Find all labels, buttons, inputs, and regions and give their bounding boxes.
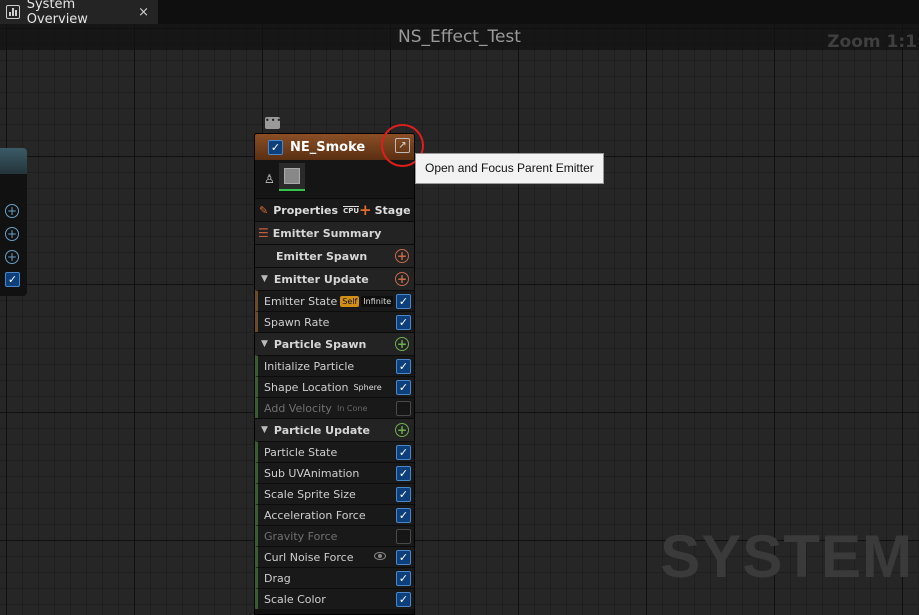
module-tag: Infinite (361, 295, 394, 307)
add-module-button[interactable]: + (5, 250, 21, 266)
module-enable-checkbox[interactable]: ✓ (396, 466, 411, 481)
module-row[interactable]: Scale Sprite Size ✓ (255, 483, 414, 504)
comment-icon[interactable]: ••• (265, 117, 281, 129)
module-row[interactable]: Add Velocity In Cone (255, 397, 414, 418)
module-enable-checkbox[interactable]: ✓ (396, 550, 411, 565)
tab-label: System Overview (26, 0, 88, 27)
module-tag: In Cone (336, 403, 368, 413)
section-label: Emitter Update (273, 272, 369, 286)
module-checkbox[interactable]: ✓ (5, 272, 21, 288)
plus-icon: + (5, 250, 19, 264)
module-row[interactable]: Drag ✓ (255, 567, 414, 588)
tab-bar: System Overview × (0, 0, 919, 27)
module-row[interactable]: Spawn Rate ✓ (255, 311, 414, 332)
add-module-icon[interactable]: + (395, 423, 409, 437)
list-icon: ☰ (258, 226, 269, 240)
node-title: NE_Smoke (290, 139, 366, 155)
module-label: Initialize Particle (264, 359, 355, 373)
section-emitter-update[interactable]: ▼ Emitter Update + (255, 267, 414, 290)
pencil-icon: ✎ (259, 203, 269, 217)
add-module-icon[interactable]: + (395, 337, 409, 351)
emitter-summary-row[interactable]: ☰ Emitter Summary (255, 221, 414, 244)
module-row[interactable]: Emitter State Self Infinite ✓ (255, 290, 414, 311)
check-icon: ✓ (5, 272, 20, 287)
module-label: Drag (264, 571, 291, 585)
module-label: Add Velocity (264, 401, 332, 415)
section-particle-update[interactable]: ▼ Particle Update + (255, 418, 414, 441)
module-row[interactable]: Curl Noise Force ✓ (255, 546, 414, 567)
module-label: Curl Noise Force (264, 550, 354, 564)
add-module-button[interactable]: + (5, 227, 21, 243)
module-enable-checkbox[interactable]: ✓ (396, 445, 411, 460)
plus-icon: + (5, 204, 19, 218)
module-label: Acceleration Force (264, 508, 366, 522)
add-module-button[interactable]: + (5, 204, 21, 220)
tooltip: Open and Focus Parent Emitter (415, 153, 604, 184)
zoom-level: Zoom 1:1 (827, 32, 917, 52)
add-module-icon[interactable]: + (395, 272, 409, 286)
section-label: Particle Update (273, 423, 370, 437)
module-tag: Self (340, 295, 360, 307)
module-row[interactable]: Initialize Particle ✓ (255, 355, 414, 376)
module-enable-checkbox[interactable] (396, 529, 411, 544)
module-row[interactable]: Particle State ✓ (255, 441, 414, 462)
add-stage-button[interactable]: + Stage (359, 201, 411, 219)
partial-node[interactable]: + + + ✓ (0, 148, 27, 296)
module-label: Particle State (264, 445, 338, 459)
module-enable-checkbox[interactable]: ✓ (396, 571, 411, 586)
sim-target-badge: CPU (343, 205, 360, 215)
collapse-triangle-icon[interactable]: ▼ (261, 425, 268, 435)
module-enable-checkbox[interactable]: ✓ (396, 592, 411, 607)
emitter-preview-row: ♙ (255, 160, 414, 198)
section-label: Emitter Spawn (276, 249, 368, 263)
eye-icon[interactable] (374, 552, 386, 560)
module-label: Scale Sprite Size (264, 487, 356, 501)
partial-node-header (0, 148, 27, 174)
module-enable-checkbox[interactable]: ✓ (396, 487, 411, 502)
properties-button[interactable]: Properties (273, 204, 338, 217)
section-label: Particle Spawn (273, 337, 367, 351)
emitter-summary-label: Emitter Summary (272, 226, 382, 240)
graph-watermark: SYSTEM (660, 523, 913, 590)
module-row[interactable]: Shape Location Sphere ✓ (255, 376, 414, 397)
plus-icon: + (5, 227, 19, 241)
close-icon[interactable]: × (138, 5, 149, 20)
module-label: Gravity Force (264, 529, 338, 543)
spawn-person-icon: ♙ (264, 172, 275, 186)
module-label: Sub UVAnimation (264, 466, 360, 480)
module-enable-checkbox[interactable] (396, 401, 411, 416)
module-enable-checkbox[interactable]: ✓ (396, 508, 411, 523)
collapse-triangle-icon[interactable]: ▼ (261, 274, 268, 284)
module-enable-checkbox[interactable]: ✓ (396, 315, 411, 330)
stage-label: Stage (374, 203, 411, 217)
chart-icon (6, 5, 20, 19)
emitter-node[interactable]: ✓ NE_Smoke ↗ ♙ ✎ Properties CPU + Stage … (254, 133, 415, 615)
plus-icon: + (359, 201, 372, 219)
enable-emitter-checkbox[interactable]: ✓ (268, 139, 283, 155)
module-tag: Sphere (353, 382, 382, 392)
module-enable-checkbox[interactable]: ✓ (396, 359, 411, 374)
module-label: Emitter State (264, 294, 338, 308)
module-row[interactable]: Gravity Force (255, 525, 414, 546)
section-emitter-spawn[interactable]: Emitter Spawn + (255, 244, 414, 267)
section-particle-spawn[interactable]: ▼ Particle Spawn + (255, 332, 414, 355)
module-label: Spawn Rate (264, 315, 330, 329)
tab-system-overview[interactable]: System Overview × (0, 0, 158, 27)
module-label: Shape Location (264, 380, 349, 394)
collapse-triangle-icon[interactable]: ▼ (261, 339, 268, 349)
node-toolbar: ✎ Properties CPU + Stage (255, 198, 414, 221)
renderer-thumbnail[interactable] (279, 163, 305, 191)
module-enable-checkbox[interactable]: ✓ (396, 294, 411, 309)
module-label: Scale Color (264, 592, 326, 606)
module-enable-checkbox[interactable]: ✓ (396, 380, 411, 395)
add-module-icon[interactable]: + (395, 249, 409, 263)
module-row[interactable]: Acceleration Force ✓ (255, 504, 414, 525)
module-row[interactable]: Sub UVAnimation ✓ (255, 462, 414, 483)
graph-title: NS_Effect_Test (0, 24, 919, 50)
module-row[interactable]: Scale Color ✓ (255, 588, 414, 609)
